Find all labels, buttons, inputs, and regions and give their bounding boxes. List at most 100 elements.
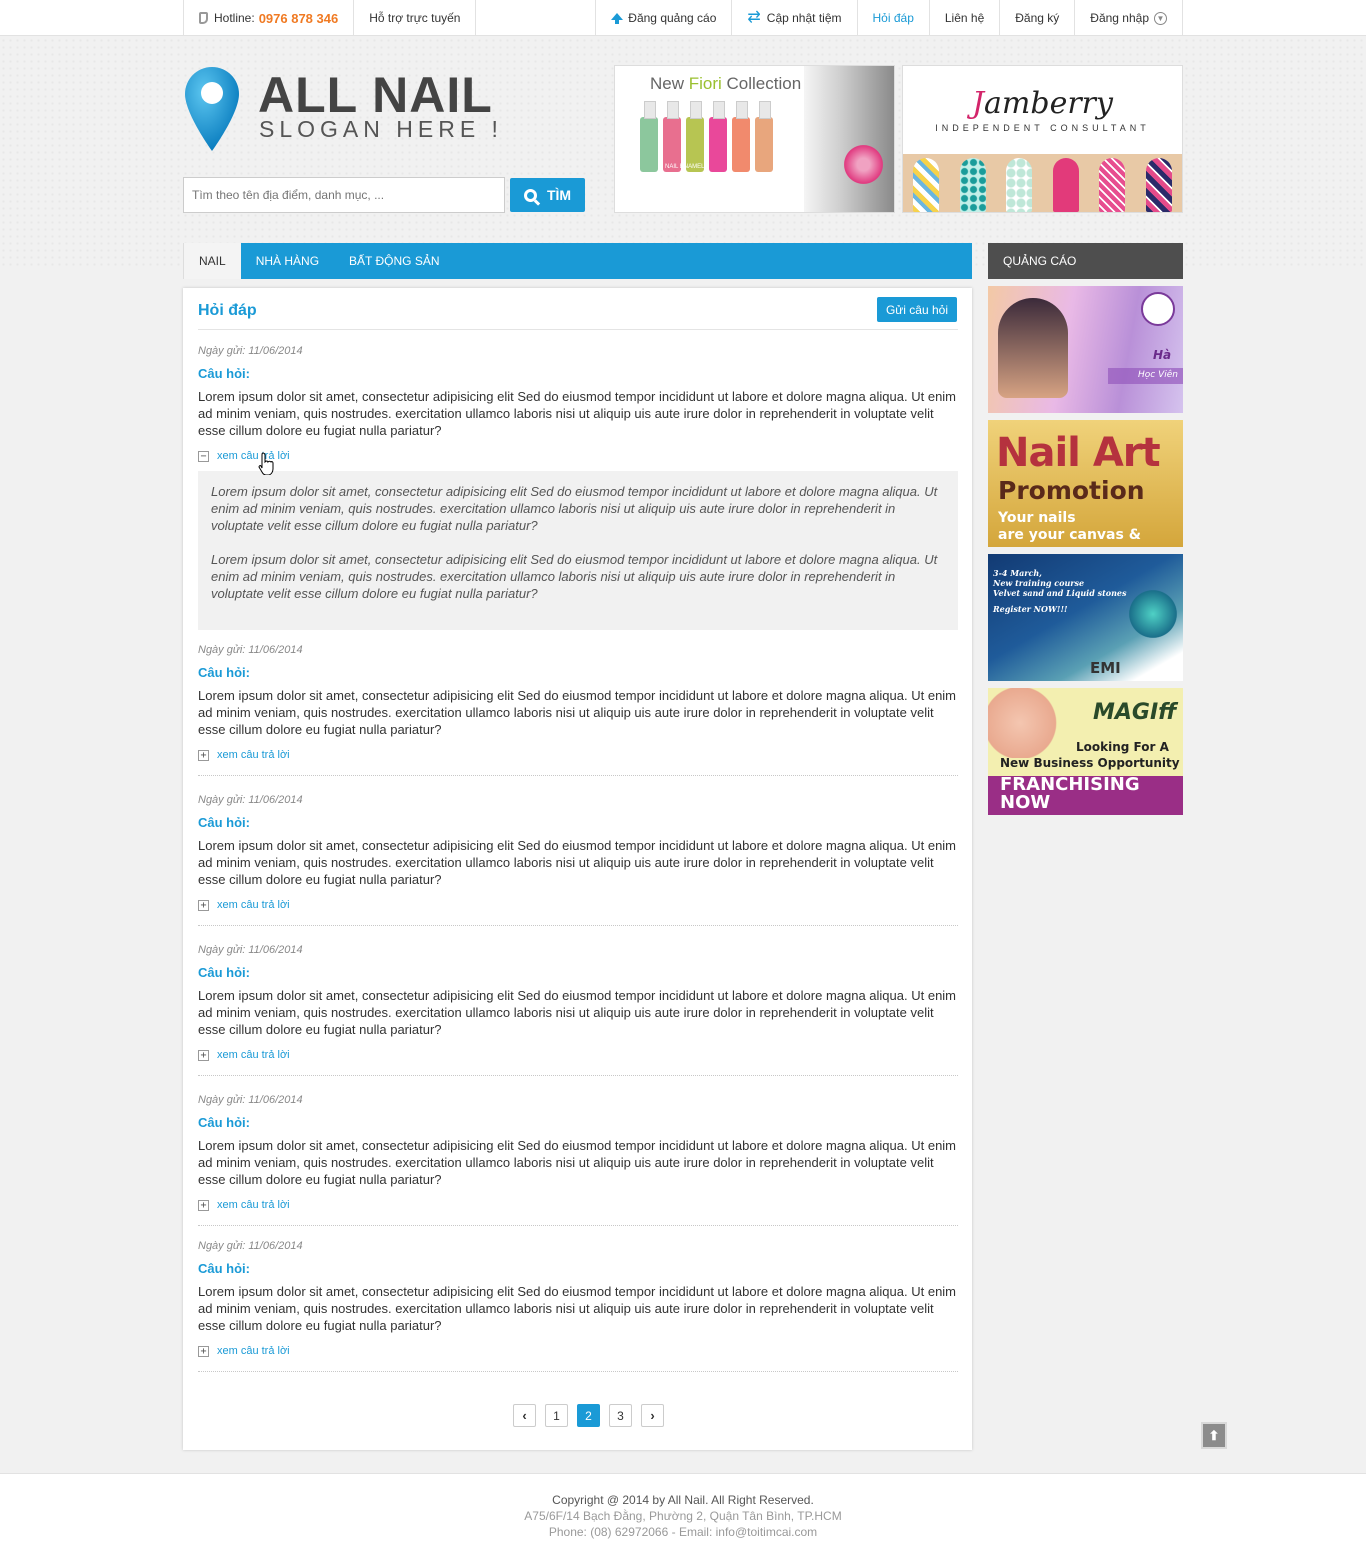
nail-wrap xyxy=(913,158,940,212)
toggle-answer-label: xem câu trả lời xyxy=(217,1049,290,1061)
ad3-line1: 3-4 March, xyxy=(993,568,1042,578)
toggle-answer-link[interactable]: − xem câu trả lời xyxy=(198,449,958,463)
toggle-answer-link[interactable]: + xem câu trả lời xyxy=(198,1198,958,1212)
footer-contact: Phone: (08) 62972066 - Email: info@toiti… xyxy=(548,1525,818,1539)
page-2-button[interactable]: 2 xyxy=(577,1404,600,1427)
banner-jamberry[interactable]: Jamberry INDEPENDENT CONSULTANT xyxy=(902,65,1183,213)
qa-item: Ngày gửi: 11/06/2014 Câu hỏi: Lorem ipsu… xyxy=(198,793,958,912)
ad3-brand: EMI xyxy=(1090,659,1121,677)
toggle-answer-link[interactable]: + xem câu trả lời xyxy=(198,898,958,912)
jamberry-logo-rest: amberry xyxy=(984,86,1113,121)
map-pin-logo-icon[interactable] xyxy=(183,65,241,153)
ad4-line1: Looking For A xyxy=(1076,740,1169,754)
toggle-answer-link[interactable]: + xem câu trả lời xyxy=(198,748,958,762)
ad2-line3: Your nails xyxy=(998,510,1076,526)
update-shop-link[interactable]: ⇄ Cập nhật tiệm xyxy=(731,0,856,36)
back-to-top-button[interactable]: ⬆ xyxy=(1201,1422,1227,1449)
qa-date: Ngày gửi: 11/06/2014 xyxy=(198,944,303,956)
login-label: Đăng nhập xyxy=(1090,11,1149,25)
qa-divider xyxy=(198,925,958,926)
ad-model-image xyxy=(998,298,1068,398)
hotline-label: Hotline: xyxy=(214,11,255,25)
footer-address: A75/6F/14 Bạch Đằng, Phường 2, Quận Tân … xyxy=(524,1509,842,1523)
page-3-button[interactable]: 3 xyxy=(609,1404,632,1427)
post-ad-label: Đăng quảng cáo xyxy=(628,11,717,25)
next-page-button[interactable]: › xyxy=(641,1404,664,1427)
contact-link[interactable]: Liên hệ xyxy=(928,0,999,36)
ad4-hands-image xyxy=(988,688,1068,758)
tab-real-estate[interactable]: BẤT ĐỘNG SẢN xyxy=(334,243,454,279)
bottle-image xyxy=(709,101,727,172)
sidebar-ads-title: QUẢNG CÁO xyxy=(988,243,1183,279)
ad-kcp-logo xyxy=(1141,292,1175,326)
nail-wrap xyxy=(1145,158,1172,212)
expand-icon: + xyxy=(198,1199,209,1211)
page-title: Hỏi đáp xyxy=(198,302,257,319)
refresh-icon: ⇄ xyxy=(747,9,761,26)
qa-divider xyxy=(198,1371,958,1372)
qa-question-text: Lorem ipsum dolor sit amet, consectetur … xyxy=(198,988,957,1037)
qa-divider xyxy=(198,1075,958,1076)
qa-divider xyxy=(198,775,958,776)
search-button-label: TÌM xyxy=(546,187,572,203)
banner-fiori-suffix: Collection xyxy=(721,74,802,93)
register-link[interactable]: Đăng ký xyxy=(999,0,1074,36)
jamberry-logo: Jamberry xyxy=(903,86,1182,121)
expand-icon: + xyxy=(198,1345,209,1357)
qa-question-label: Câu hỏi: xyxy=(198,965,250,980)
site-slogan: SLOGAN HERE ! xyxy=(259,116,503,142)
qa-date: Ngày gửi: 11/06/2014 xyxy=(198,644,303,656)
ad4-line4: NOW xyxy=(1000,792,1051,813)
update-shop-label: Cập nhật tiệm xyxy=(766,11,842,25)
footer-copyright: Copyright @ 2014 by All Nail. All Right … xyxy=(552,1493,814,1507)
ad1-subtext: Học Viên xyxy=(1138,370,1178,380)
support-link[interactable]: Hỗ trợ trực tuyến xyxy=(353,0,477,36)
banner-fiori-highlight: Fiori xyxy=(688,74,722,93)
qa-question-label: Câu hỏi: xyxy=(198,665,250,680)
title-divider xyxy=(198,329,958,330)
pagination: ‹ 1 2 3 › xyxy=(513,1404,673,1427)
banner-fiori-prefix: New xyxy=(650,74,689,93)
qa-question-label: Câu hỏi: xyxy=(198,1115,250,1130)
nail-wraps-image xyxy=(903,154,1182,212)
ad2-line2: Promotion xyxy=(998,476,1145,505)
chevron-down-icon: ▼ xyxy=(1154,11,1167,25)
ad-banner-training-course[interactable]: 3-4 March, New training course Velvet sa… xyxy=(988,554,1183,681)
toggle-answer-label: xem câu trả lời xyxy=(217,1345,290,1357)
ad3-line2: New training course xyxy=(993,578,1085,588)
ad-banner-kcp[interactable]: Hà Học Viên xyxy=(988,286,1183,413)
nail-wrap xyxy=(1099,158,1126,212)
login-link[interactable]: Đăng nhập ▼ xyxy=(1074,0,1183,36)
ad-banner-nail-art[interactable]: Nail Art Promotion Your nails are your c… xyxy=(988,420,1183,547)
qa-answer-paragraph: Lorem ipsum dolor sit amet, consectetur … xyxy=(211,552,938,601)
prev-page-button[interactable]: ‹ xyxy=(513,1404,536,1427)
page-1-button[interactable]: 1 xyxy=(545,1404,568,1427)
post-ad-link[interactable]: Đăng quảng cáo xyxy=(595,0,731,36)
tab-restaurant[interactable]: NHÀ HÀNG xyxy=(241,243,334,279)
expand-icon: + xyxy=(198,899,209,911)
toggle-answer-label: xem câu trả lời xyxy=(217,899,290,911)
search-button[interactable]: TÌM xyxy=(510,178,585,212)
model-face-image xyxy=(804,66,894,212)
jamberry-subtitle: INDEPENDENT CONSULTANT xyxy=(935,123,1150,133)
category-nav: NAIL NHÀ HÀNG BẤT ĐỘNG SẢN xyxy=(183,243,972,279)
toggle-answer-link[interactable]: + xem câu trả lời xyxy=(198,1344,958,1358)
faq-link[interactable]: Hỏi đáp xyxy=(856,0,929,36)
ad-banner-magiff[interactable]: MAGIff Looking For A New Business Opport… xyxy=(988,688,1183,815)
ad1-text: Hà xyxy=(1153,348,1172,362)
search-input[interactable] xyxy=(183,177,505,213)
banner-fiori-collection[interactable]: New Fiori Collection NAIL ENAMEL xyxy=(614,65,895,213)
qa-question-text: Lorem ipsum dolor sit amet, consectetur … xyxy=(198,1284,957,1333)
bottle-image xyxy=(732,101,750,172)
toggle-answer-link[interactable]: + xem câu trả lời xyxy=(198,1048,958,1062)
jamberry-logo-j: J xyxy=(972,86,985,121)
ask-question-button[interactable]: Gửi câu hỏi xyxy=(876,297,957,322)
tab-nail[interactable]: NAIL xyxy=(183,243,241,279)
collapse-icon: − xyxy=(198,450,209,462)
bottle-label: NAIL ENAMEL xyxy=(665,164,705,170)
bottle-image xyxy=(640,101,658,172)
hotline-number[interactable]: 0976 878 346 xyxy=(259,11,339,26)
hand-cursor-icon xyxy=(258,452,274,475)
expand-icon: + xyxy=(198,1049,209,1061)
qa-question-label: Câu hỏi: xyxy=(198,366,250,381)
